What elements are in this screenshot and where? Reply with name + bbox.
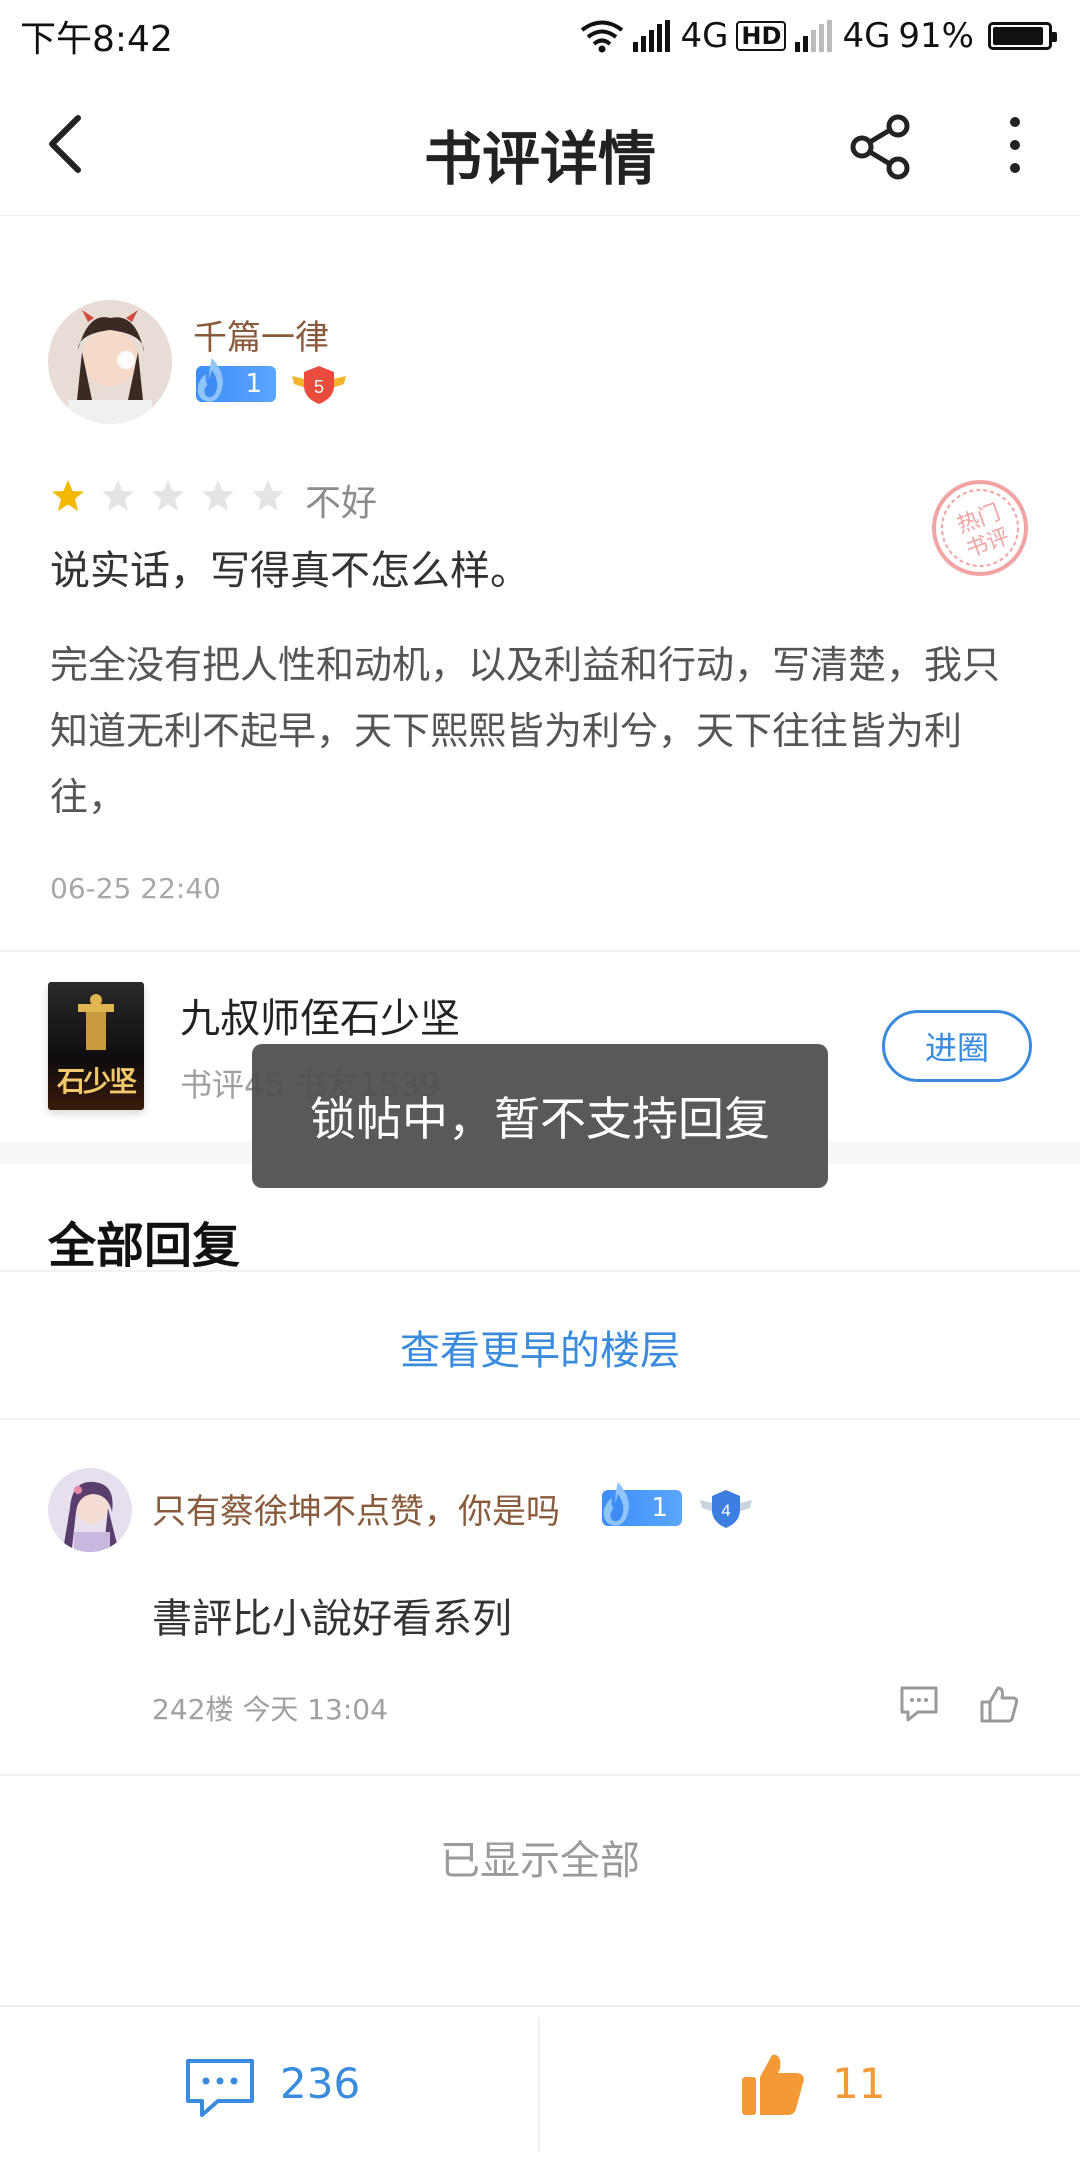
nav-bar: 书评详情 — [0, 72, 1080, 216]
review-body: 完全没有把人性和动机，以及利益和行动，写清楚，我只知道无利不起早，天下熙熙皆为利… — [50, 643, 1001, 819]
divider — [0, 950, 1080, 952]
hot-review-stamp: 热门 书评 — [932, 480, 1028, 576]
reply-author-name[interactable]: 只有蔡徐坤不点赞，你是吗 — [152, 1484, 560, 1533]
book-cover-title: 石少坚 — [56, 1065, 137, 1098]
star-empty-icon — [252, 480, 284, 511]
wifi-icon — [581, 20, 624, 53]
divider — [0, 1418, 1080, 1420]
review-timestamp: 06-25 22:40 — [50, 872, 221, 905]
star-filled-icon — [52, 480, 84, 511]
star-empty-icon — [202, 480, 234, 511]
locked-toast: 锁帖中，暂不支持回复 — [252, 1044, 828, 1188]
battery-icon — [988, 22, 1057, 50]
user-level-badge: 1 — [196, 358, 276, 402]
reply-honor-badge-icon: 4 — [700, 1490, 752, 1528]
signal-icon — [633, 20, 671, 52]
author-avatar[interactable] — [48, 300, 172, 424]
bottom-action-bar: 236 11 — [0, 2005, 1080, 2160]
like-count[interactable]: 11 — [832, 2059, 885, 2108]
status-icons: 4G HD 4G 91% — [580, 16, 1057, 56]
divider — [0, 1270, 1080, 1272]
author-name[interactable]: 千篇一律 — [193, 310, 329, 359]
more-options-icon[interactable] — [1000, 112, 1030, 178]
page-title: 书评详情 — [423, 125, 656, 193]
honor-badge-icon: 5 — [292, 366, 346, 404]
status-bar: 下午8:42 4G HD 4G 91% — [0, 0, 1080, 72]
honor-badge-value: 5 — [314, 377, 324, 397]
view-earlier-floors-link[interactable]: 查看更早的楼层 — [0, 1318, 1080, 1376]
reply-avatar[interactable] — [48, 1468, 132, 1552]
all-shown-label: 已显示全部 — [440, 1838, 640, 1884]
comment-count[interactable]: 236 — [280, 2059, 360, 2108]
flame-icon — [603, 1482, 629, 1526]
book-cover[interactable]: 石少坚 — [48, 982, 144, 1110]
reply-level-badge: 1 — [602, 1482, 682, 1526]
comment-icon[interactable] — [184, 2055, 256, 2121]
flame-icon — [197, 358, 223, 402]
reply-level-value: 1 — [651, 1493, 668, 1523]
share-icon[interactable] — [848, 114, 914, 180]
reply-text: 書評比小說好看系列 — [152, 1596, 512, 1642]
star-empty-icon — [152, 480, 184, 511]
reply-comment-icon[interactable] — [898, 1684, 940, 1724]
reply-like-icon[interactable] — [978, 1684, 1020, 1724]
review-title: 说实话，写得真不怎么样。 — [50, 548, 530, 594]
reply-honor-badge-value: 4 — [721, 1501, 730, 1520]
user-level-value: 1 — [245, 369, 262, 399]
network-label-2: 4G — [842, 16, 891, 56]
signal-icon-2 — [795, 20, 833, 52]
hd-badge: HD — [736, 21, 787, 51]
network-label-1: 4G — [680, 16, 729, 56]
join-circle-button[interactable]: 进圈 — [882, 1010, 1032, 1082]
bottom-divider — [538, 2017, 540, 2152]
all-replies-heading: 全部回复 — [48, 1218, 241, 1274]
status-time: 下午8:42 — [20, 19, 173, 60]
reply-meta: 242楼 今天 13:04 — [152, 1693, 388, 1726]
star-empty-icon — [102, 480, 134, 511]
divider — [0, 1774, 1080, 1776]
like-thumb-icon[interactable] — [738, 2049, 808, 2119]
battery-percent: 91% — [898, 16, 974, 56]
book-title[interactable]: 九叔师侄石少坚 — [180, 986, 460, 1044]
rating-text: 不好 — [305, 483, 378, 524]
rating-stars — [50, 478, 286, 514]
